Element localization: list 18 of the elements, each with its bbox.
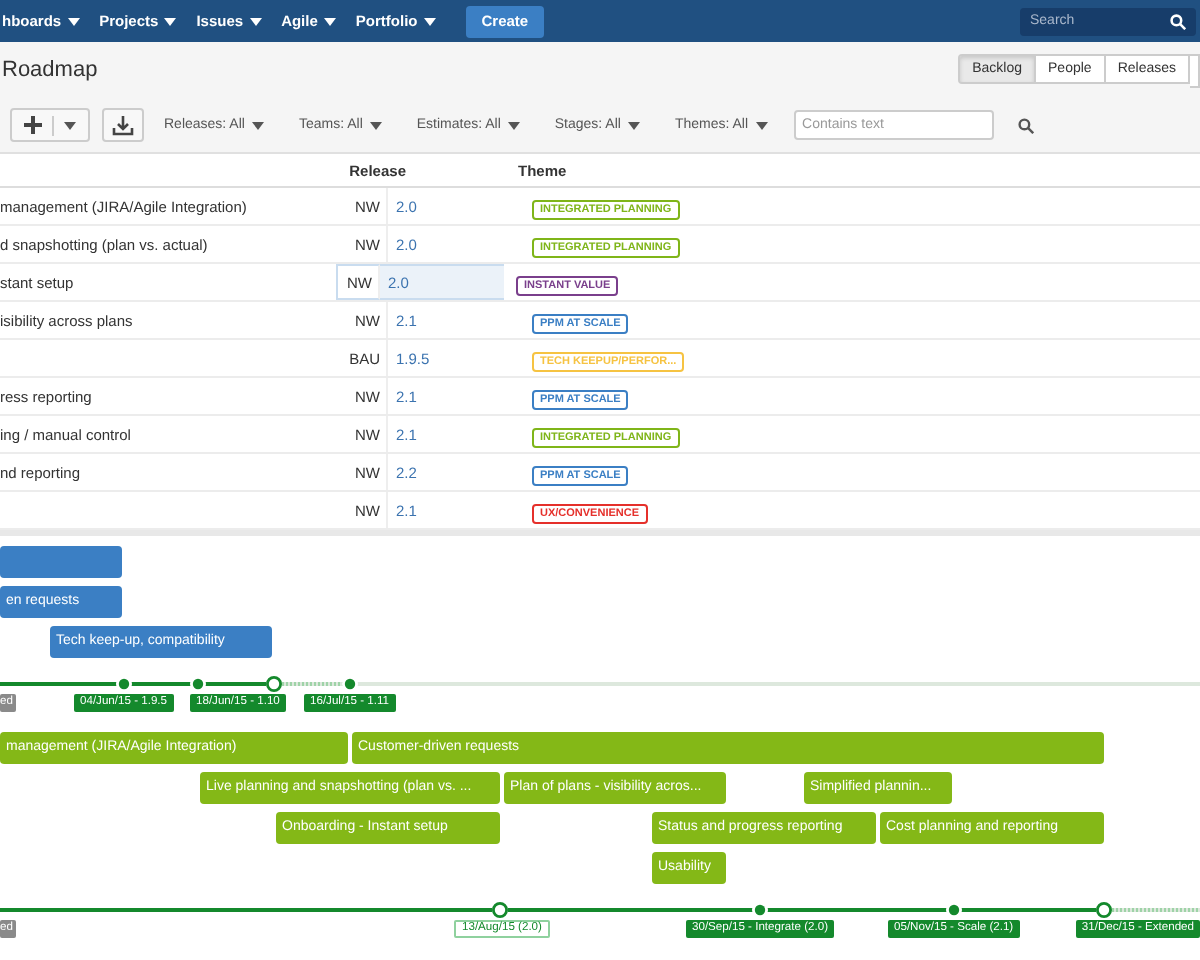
- caret-icon: [423, 17, 436, 25]
- caret-icon: [252, 121, 265, 129]
- page-title: Roadmap: [2, 58, 98, 82]
- download-icon: [112, 115, 134, 135]
- download-button[interactable]: [102, 108, 144, 142]
- caret-icon: [628, 121, 641, 129]
- caret-icon: [164, 17, 177, 25]
- search-icon: [1170, 13, 1186, 29]
- add-split-button[interactable]: [10, 108, 90, 142]
- caret-icon: [508, 121, 521, 129]
- caret-icon: [323, 17, 336, 25]
- plus-icon: [24, 116, 42, 134]
- caret-icon: [249, 17, 262, 25]
- search-icon[interactable]: [1018, 117, 1035, 133]
- caret-icon: [67, 17, 80, 25]
- caret-icon: [64, 121, 76, 129]
- caret-icon: [370, 121, 383, 129]
- caret-icon: [756, 121, 769, 129]
